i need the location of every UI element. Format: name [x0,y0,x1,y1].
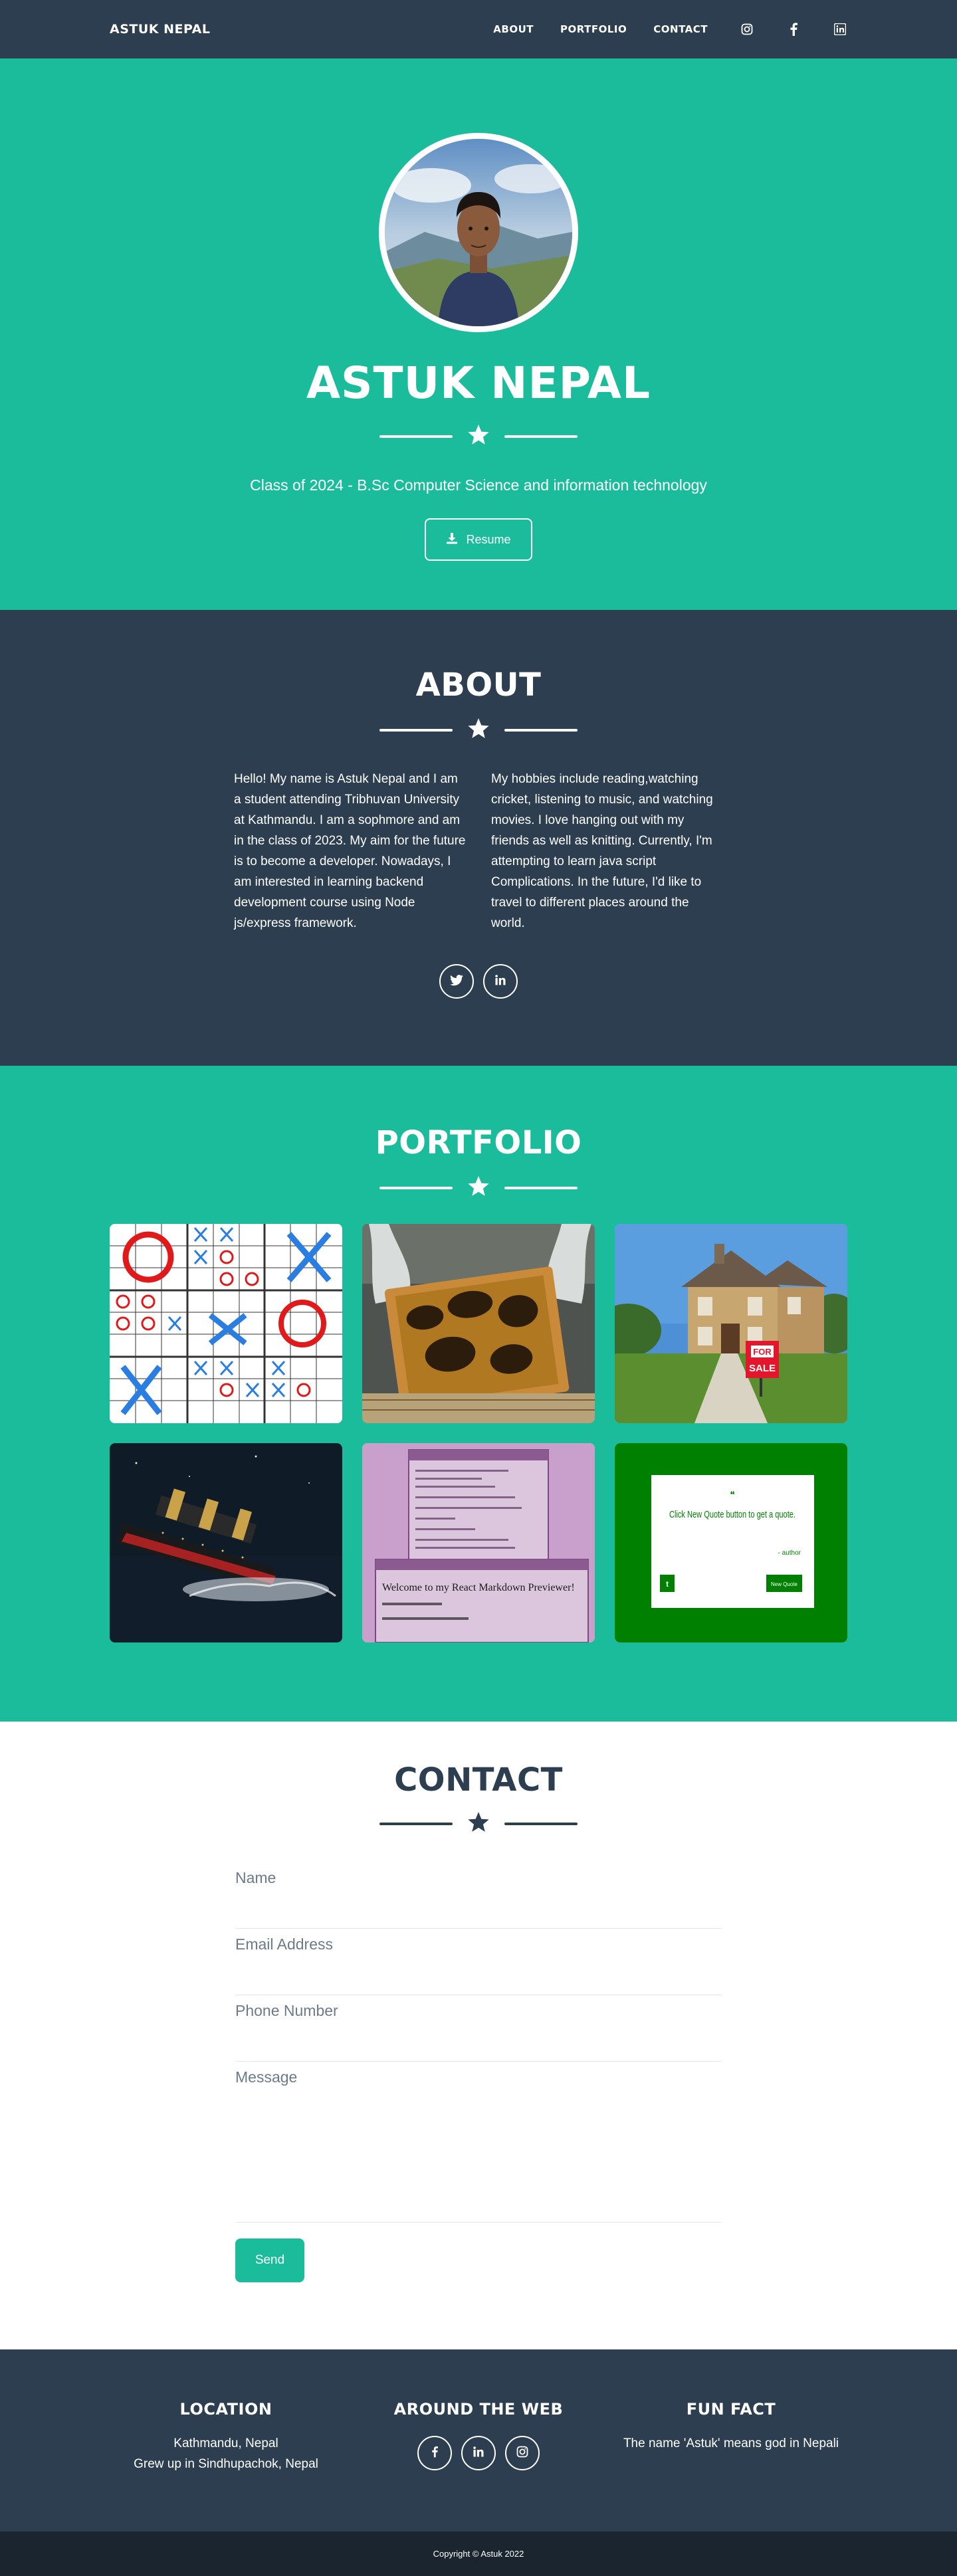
markdown-heading: Welcome to my React Markdown Previewer! [382,1582,575,1593]
hero-section: ASTUK NEPAL Class of 2024 - B.Sc Compute… [0,58,957,610]
around-web-heading: AROUND THE WEB [393,2400,564,2419]
location-heading: LOCATION [179,2400,272,2419]
about-social-links [439,964,518,999]
facebook-icon[interactable] [786,22,801,37]
fun-fact-heading: FUN FACT [686,2400,776,2419]
footer-around-web: AROUND THE WEB [352,2400,605,2531]
quote-text: Click New Quote button to get a quote. [669,1509,796,1520]
brand-link[interactable]: ASTUK NEPAL [110,22,211,37]
fun-fact-text: The name 'Astuk' means god in Nepali [623,2436,839,2450]
nav-menu: ABOUT PORTFOLIO CONTACT [493,22,847,37]
svg-text:❝: ❝ [730,1489,735,1500]
instagram-button[interactable] [505,2436,540,2470]
contact-section: CONTACT Name Email Address Phone Number … [0,1722,957,2349]
footer-fun-fact: FUN FACT The name 'Astuk' means god in N… [605,2400,857,2531]
linkedin-icon [473,2446,484,2460]
about-divider [379,718,578,742]
footer: LOCATION Kathmandu, Nepal Grew up in Sin… [0,2349,957,2531]
location-text: Kathmandu, Nepal Grew up in Sindhupachok… [134,2433,318,2474]
star-icon [467,425,490,448]
sign-text-sale: SALE [749,1363,776,1374]
location-line-1: Kathmandu, Nepal [173,2436,278,2450]
footer-location: LOCATION Kathmandu, Nepal Grew up in Sin… [100,2400,352,2531]
portfolio-item-beehive[interactable] [362,1224,595,1423]
portfolio-section: PORTFOLIO FOR SALE Welcome to my React M… [0,1066,957,1722]
about-section: ABOUT Hello! My name is Astuk Nepal and … [0,610,957,1066]
linkedin-icon[interactable] [833,22,847,37]
sign-text-for: FOR [753,1347,772,1357]
linkedin-icon [495,975,506,988]
svg-text:t: t [666,1579,669,1589]
location-line-2: Grew up in Sindhupachok, Nepal [134,2457,318,2471]
star-icon [467,718,490,742]
quote-author: - author [778,1549,801,1557]
portfolio-grid: FOR SALE Welcome to my React Markdown Pr… [110,1224,847,1642]
about-title: ABOUT [415,666,542,704]
portfolio-divider [379,1176,578,1200]
avatar [379,133,578,332]
about-text-left: Hello! My name is Astuk Nepal and I am a… [234,772,466,930]
nav-social-icons [740,22,847,37]
twitter-button[interactable] [439,964,474,999]
linkedin-button[interactable] [461,2436,496,2470]
resume-label: Resume [466,532,511,546]
contact-divider [379,1812,578,1836]
contact-form: Name Email Address Phone Number Message … [235,1862,722,2282]
footer-social-links [417,2436,540,2470]
nav-link-contact[interactable]: CONTACT [653,23,708,35]
portfolio-title: PORTFOLIO [375,1124,582,1161]
email-field[interactable]: Email Address [235,1929,722,1995]
navbar: ASTUK NEPAL ABOUT PORTFOLIO CONTACT [0,0,957,58]
portfolio-item-quote-machine[interactable]: ❝ Click New Quote button to get a quote.… [615,1443,847,1642]
portfolio-item-house-for-sale[interactable]: FOR SALE [615,1224,847,1423]
copyright-bar: Copyright © Astuk 2022 [0,2531,957,2576]
nav-link-about[interactable]: ABOUT [493,23,534,35]
name-field[interactable]: Name [235,1862,722,1929]
linkedin-button[interactable] [483,964,518,999]
hero-divider [379,425,578,448]
about-columns: Hello! My name is Astuk Nepal and I am a… [234,769,723,934]
instagram-icon[interactable] [740,22,754,37]
nav-link-portfolio[interactable]: PORTFOLIO [560,23,627,35]
quote-button-label: New Quote [771,1581,798,1587]
phone-field[interactable]: Phone Number [235,1995,722,2062]
contact-title: CONTACT [394,1761,563,1799]
hero-subtitle: Class of 2024 - B.Sc Computer Science an… [250,476,707,494]
copyright-text: Copyright © Astuk 2022 [433,2549,524,2559]
star-icon [467,1812,490,1836]
portfolio-item-titanic[interactable] [110,1443,342,1642]
portfolio-item-markdown-previewer[interactable]: Welcome to my React Markdown Previewer! [362,1443,595,1642]
send-button[interactable]: Send [235,2238,304,2282]
hero-name: ASTUK NEPAL [306,357,651,409]
facebook-icon [431,2446,438,2460]
resume-button[interactable]: Resume [425,518,532,561]
twitter-icon [450,974,463,989]
star-icon [467,1176,490,1200]
download-icon [446,532,458,547]
portfolio-item-tic-tac-toe[interactable] [110,1224,342,1423]
message-field[interactable]: Message [235,2062,722,2223]
facebook-button[interactable] [417,2436,452,2470]
about-text-right: My hobbies include reading,watching cric… [491,772,713,930]
instagram-icon [516,2446,528,2460]
